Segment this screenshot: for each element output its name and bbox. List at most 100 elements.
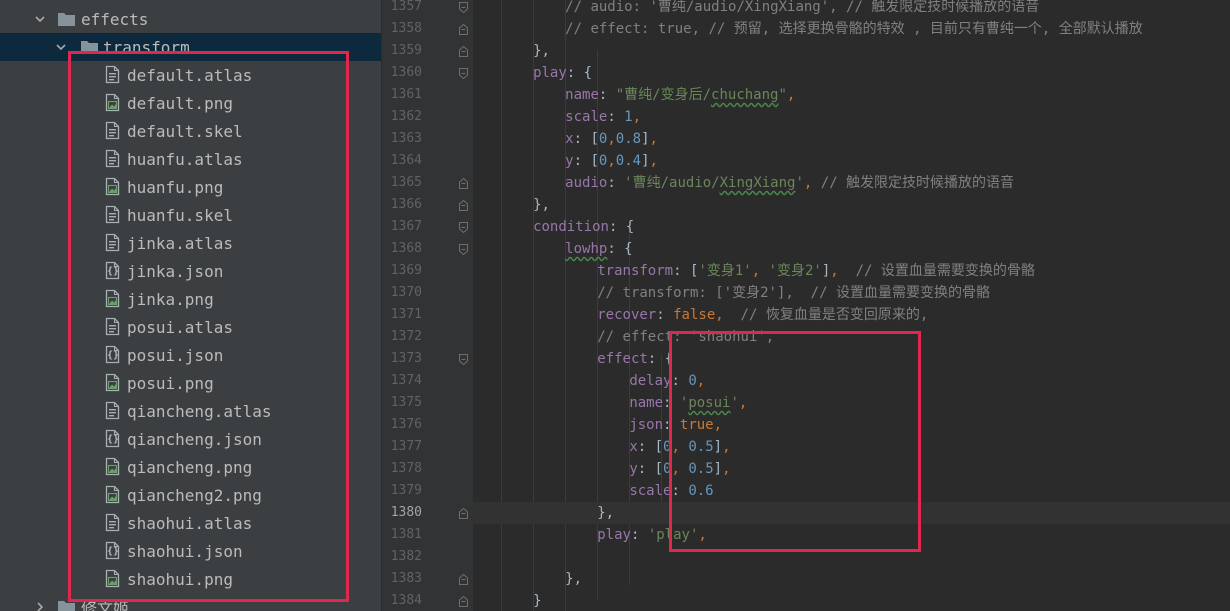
tree-folder-row[interactable]: transform (0, 33, 381, 61)
code-line[interactable]: y: [0, 0.5], (629, 458, 730, 480)
fold-marker-icon[interactable] (459, 2, 468, 13)
tree-file-row[interactable]: huanfu.skel (0, 201, 381, 229)
line-number: 1366 (390, 197, 422, 212)
tree-item-label: jinka.atlas (127, 233, 233, 253)
fold-marker-icon[interactable] (459, 508, 468, 519)
fold-marker-icon[interactable] (459, 244, 468, 255)
code-token: // effect: true, // 预留, 选择更换骨骼的特效 , 目前只有… (565, 21, 1143, 37)
line-number: 1359 (390, 43, 422, 58)
tree-file-row[interactable]: default.atlas (0, 61, 381, 89)
tree-file-row[interactable]: jinka.png (0, 285, 381, 313)
code-token: y (565, 153, 574, 169)
tree-item-label: effects (81, 9, 149, 29)
code-line[interactable]: scale: 1, (565, 106, 641, 128)
code-line[interactable]: effect: { (597, 348, 673, 370)
tree-file-row[interactable]: qiancheng.atlas (0, 397, 381, 425)
folder-icon (57, 599, 76, 611)
tree-item-label: posui.png (127, 373, 214, 393)
fold-marker-icon[interactable] (459, 46, 468, 57)
tree-file-row[interactable]: shaohui.png (0, 565, 381, 593)
code-token: , (751, 263, 769, 279)
tree-file-row[interactable]: jinka.atlas (0, 229, 381, 257)
code-line[interactable]: condition: { (533, 216, 634, 238)
code-line[interactable]: transform: ['变身1', '变身2'], // 设置血量需要变换的骨… (597, 260, 1035, 282)
tree-item-label: posui.json (127, 345, 224, 365)
tree-file-row[interactable]: huanfu.png (0, 173, 381, 201)
code-line[interactable]: json: true, (629, 414, 722, 436)
code-line[interactable]: // effect: true, // 预留, 选择更换骨骼的特效 , 目前只有… (565, 18, 1143, 40)
code-token: true, (679, 417, 723, 433)
code-line[interactable]: }, (565, 568, 582, 590)
fold-marker-icon[interactable] (459, 354, 468, 365)
code-line[interactable]: // audio: '曹纯/audio/XingXiang', // 触发限定技… (565, 0, 1039, 18)
tree-folder-row[interactable]: 修文姬 (0, 593, 381, 611)
fold-marker-icon[interactable] (459, 574, 468, 585)
code-line[interactable]: x: [0, 0.5], (629, 436, 730, 458)
code-line[interactable]: play: { (533, 62, 592, 84)
code-line[interactable]: }, (597, 502, 614, 524)
code-token: // 触发限定技时候播放的语音 (812, 175, 1015, 191)
code-token: , (722, 439, 731, 455)
code-token: ] (641, 153, 650, 169)
code-line[interactable]: y: [0,0.4], (565, 150, 658, 172)
fold-marker-icon[interactable] (459, 222, 468, 233)
line-number: 1374 (390, 373, 422, 388)
tree-file-row[interactable]: posui.png (0, 369, 381, 397)
code-token: scale (629, 483, 672, 499)
code-line[interactable]: } (533, 590, 541, 611)
code-token: , (632, 109, 642, 125)
tree-item-label: default.png (127, 93, 233, 113)
tree-file-row[interactable]: posui.atlas (0, 313, 381, 341)
chevron-down-icon[interactable] (55, 41, 67, 53)
code-token: : (598, 87, 616, 103)
tree-file-row[interactable]: {} qiancheng.json (0, 425, 381, 453)
code-line[interactable]: lowhp: { (565, 238, 632, 260)
fold-marker-icon[interactable] (459, 24, 468, 35)
line-number: 1364 (390, 153, 422, 168)
code-token: , (671, 439, 689, 455)
tree-file-row[interactable]: shaohui.atlas (0, 509, 381, 537)
tree-file-row[interactable]: {} shaohui.json (0, 537, 381, 565)
image-file-icon (105, 457, 120, 476)
chevron-right-icon[interactable] (34, 601, 46, 611)
tree-item-label: transform (103, 37, 190, 57)
tree-file-row[interactable]: default.png (0, 89, 381, 117)
text-file-icon (105, 401, 120, 420)
code-token: delay (629, 373, 672, 389)
tree-file-row[interactable]: {} posui.json (0, 341, 381, 369)
tree-folder-row[interactable]: effects (0, 5, 381, 33)
code-line[interactable]: }, (533, 40, 550, 62)
code-token: lowhp (565, 241, 608, 257)
code-line[interactable]: recover: false, // 恢复血量是否变回原来的, (597, 304, 928, 326)
code-line[interactable]: name: "曹纯/变身后/chuchang", (565, 84, 795, 106)
code-token: }, (597, 505, 615, 521)
tree-file-row[interactable]: {} jinka.json (0, 257, 381, 285)
tree-item-label: 修文姬 (81, 599, 130, 611)
tree-file-row[interactable]: qiancheng.png (0, 453, 381, 481)
text-file-icon (105, 149, 120, 168)
tree-file-row[interactable]: default.skel (0, 117, 381, 145)
fold-marker-icon[interactable] (459, 200, 468, 211)
code-line[interactable]: // effect: 'shaohui', (597, 326, 774, 348)
tree-file-row[interactable]: huanfu.atlas (0, 145, 381, 173)
code-editor[interactable]: // audio: '曹纯/audio/XingXiang', // 触发限定技… (473, 0, 1230, 611)
code-token: ] (713, 439, 723, 455)
text-file-icon (105, 233, 120, 252)
line-number: 1376 (390, 417, 422, 432)
fold-marker-icon[interactable] (459, 178, 468, 189)
tree-item-label: qiancheng.atlas (127, 401, 272, 421)
chevron-down-icon[interactable] (34, 13, 46, 25)
code-token: ' (795, 175, 804, 191)
code-line[interactable]: delay: 0, (629, 370, 705, 392)
tree-file-row[interactable]: qiancheng2.png (0, 481, 381, 509)
fold-marker-icon[interactable] (459, 68, 468, 79)
code-token: json (629, 417, 664, 433)
fold-marker-icon[interactable] (459, 596, 468, 607)
code-line[interactable]: scale: 0.6 (629, 480, 713, 502)
code-line[interactable]: play: 'play', (597, 524, 707, 546)
code-line[interactable]: }, (533, 194, 550, 216)
code-line[interactable]: audio: '曹纯/audio/XingXiang', // 触发限定技时候播… (565, 172, 1014, 194)
code-line[interactable]: name: 'posui', (629, 392, 747, 414)
code-line[interactable]: x: [0,0.8], (565, 128, 658, 150)
code-line[interactable]: // transform: ['变身2'], // 设置血量需要变换的骨骼 (597, 282, 990, 304)
